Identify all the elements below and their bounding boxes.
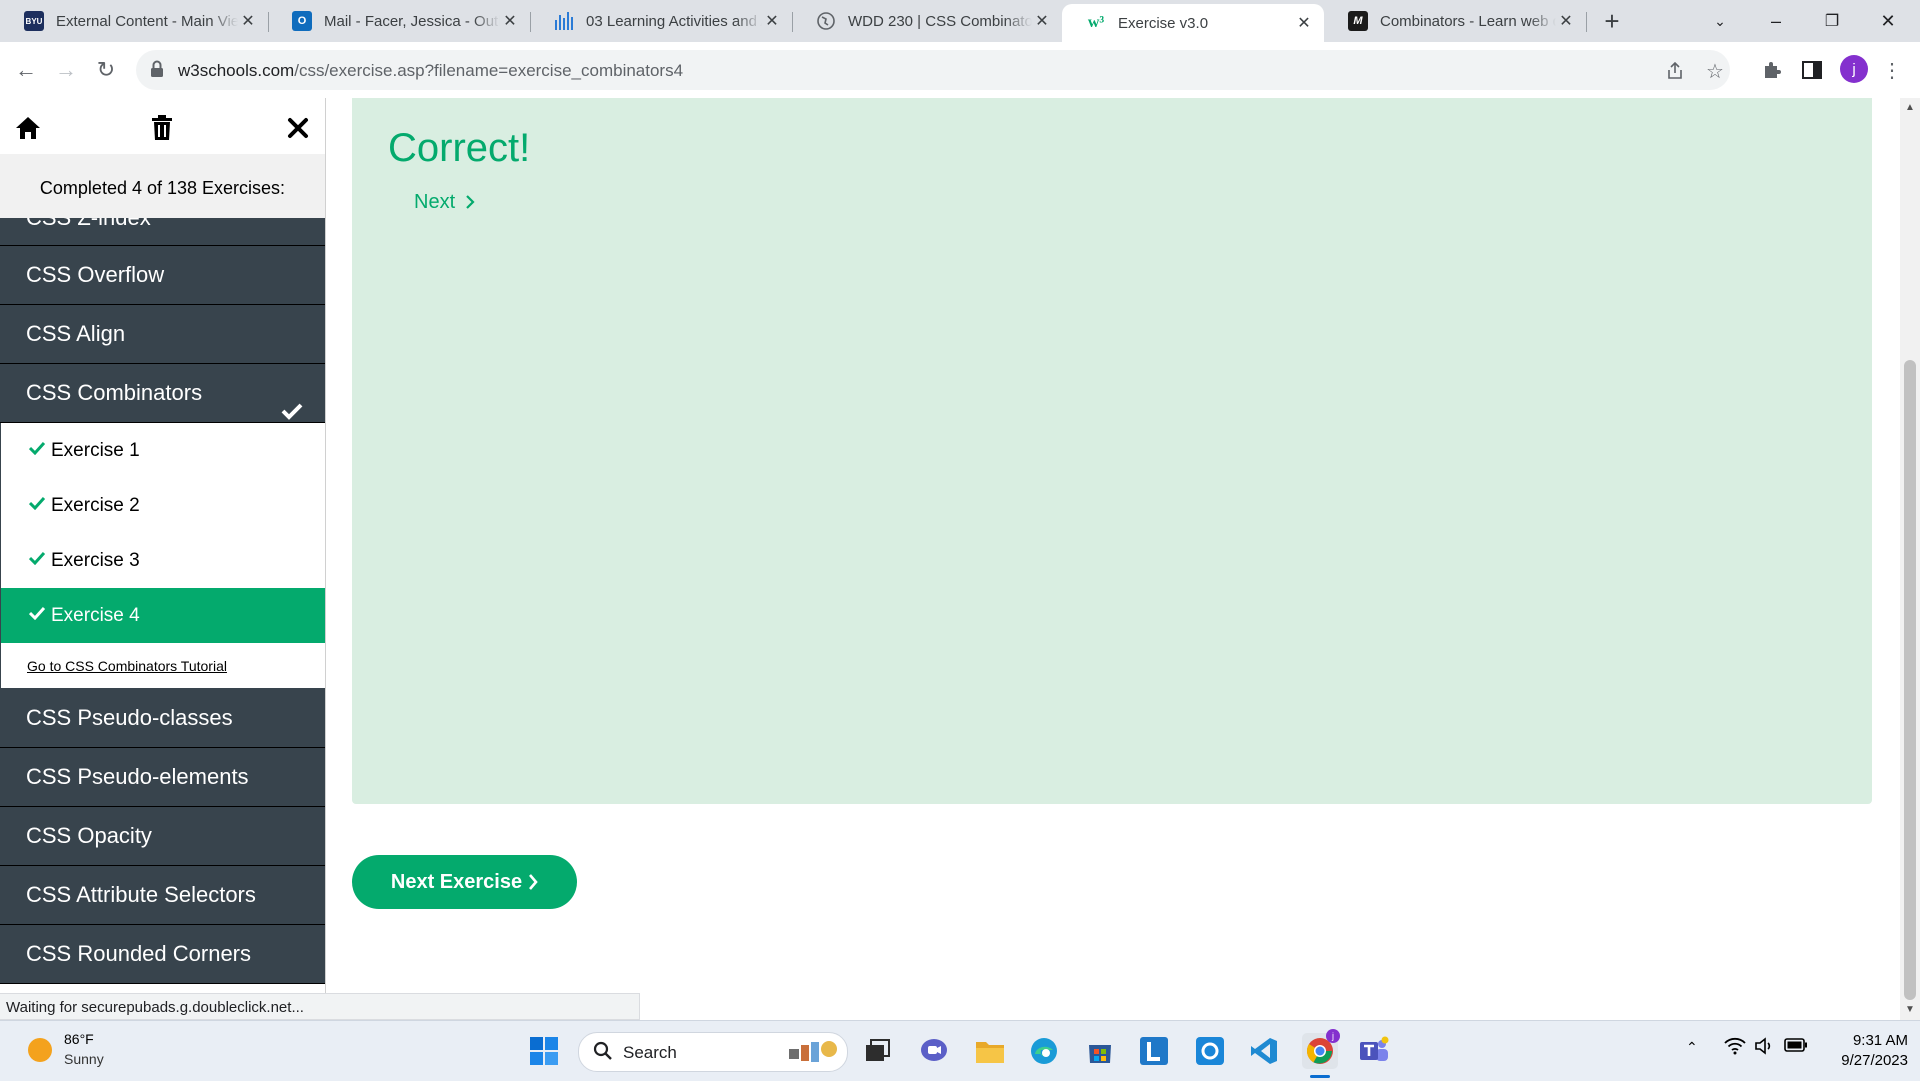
sidebar-item-css-align[interactable]: CSS Align [0,305,325,364]
sidebar-item-css-pseudo-elements[interactable]: CSS Pseudo-elements [0,748,325,807]
bookmark-star-icon[interactable]: ☆ [1704,60,1726,83]
scroll-up-arrow-icon[interactable]: ▲ [1904,102,1916,113]
volume-icon[interactable] [1754,1037,1774,1059]
checkmark-icon [28,587,46,642]
exercise-progress-text: Completed 4 of 138 Exercises: [0,154,325,218]
exercise-link-1[interactable]: Exercise 1 [0,423,325,478]
windows-taskbar: 86°F Sunny Search j ⌃ 9:31 AM 9/27/2023 [0,1020,1920,1081]
side-panel-icon[interactable] [1798,56,1826,84]
sidebar-item-css-rounded-corners[interactable]: CSS Rounded Corners [0,925,325,984]
exercise-sidebar: Completed 4 of 138 Exercises: CSS Z-inde… [0,98,326,993]
checkmark-icon [28,477,46,532]
next-link[interactable]: Next [414,191,475,214]
close-icon[interactable]: ✕ [762,11,782,31]
outlook-icon: O [292,11,312,31]
windows-start-icon[interactable] [526,1033,562,1069]
sidebar-item-css-opacity[interactable]: CSS Opacity [0,807,325,866]
browser-tab-external-content[interactable]: BYU External Content - Main View ✕ [0,4,268,38]
result-title: Correct! [388,126,531,170]
taskbar-search-box[interactable]: Search [578,1032,848,1072]
wifi-icon[interactable] [1724,1037,1746,1059]
close-icon[interactable]: ✕ [1556,11,1576,31]
sidebar-item-css-overflow[interactable]: CSS Overflow [0,246,325,305]
sidebar-item-css-pseudo-classes[interactable]: CSS Pseudo-classes [0,689,325,748]
browser-tab-wdd230[interactable]: WDD 230 | CSS Combinators ✕ [792,4,1062,38]
kebab-menu-icon[interactable]: ⋮ [1878,56,1906,84]
chart-icon [554,11,574,31]
battery-icon[interactable] [1784,1038,1808,1056]
url-text: w3schools.com/css/exercise.asp?filename=… [178,61,684,80]
extensions-puzzle-icon[interactable] [1758,56,1786,84]
weather-condition[interactable]: Sunny [64,1051,104,1067]
chrome-profile-badge: j [1326,1029,1340,1043]
exercise-category-list: CSS Z-index CSS Overflow CSS Align CSS C… [0,218,325,984]
close-icon[interactable]: ✕ [1032,11,1052,31]
search-highlight-icon [787,1039,841,1070]
scrollbar-thumb[interactable] [1904,360,1916,1000]
tutorial-link[interactable]: Go to CSS Combinators Tutorial [0,643,325,689]
reload-icon[interactable]: ↻ [90,54,122,86]
cortana-icon[interactable] [1192,1033,1228,1069]
sidebar-item-css-z-index[interactable]: CSS Z-index [0,218,325,246]
correct-result-panel [352,98,1872,804]
home-icon[interactable] [12,112,44,144]
taskbar-clock[interactable]: 9:31 AM 9/27/2023 [1820,1031,1908,1071]
chat-icon[interactable] [916,1033,952,1069]
sidebar-item-css-attribute-selectors[interactable]: CSS Attribute Selectors [0,866,325,925]
checkmark-icon [28,422,46,477]
close-icon[interactable] [282,112,314,144]
close-icon[interactable]: ✕ [500,11,520,31]
browser-status-bar: Waiting for securepubads.g.doubleclick.n… [0,993,640,1020]
chevron-right-icon [522,871,538,894]
close-icon[interactable]: ✕ [1294,13,1314,33]
new-tab-button[interactable]: + [1598,8,1626,36]
chrome-icon[interactable]: j [1302,1029,1340,1069]
close-icon[interactable]: ✕ [238,11,258,31]
page-scrollbar[interactable]: ▲ ▼ [1900,98,1920,1020]
trash-icon[interactable] [146,112,178,144]
chevron-right-icon [461,191,475,213]
file-explorer-icon[interactable] [972,1033,1008,1069]
profile-avatar[interactable]: j [1840,55,1868,83]
minimize-button[interactable]: – [1748,0,1804,42]
browser-tab-exercise[interactable]: w³ Exercise v3.0 ✕ [1062,4,1324,42]
byu-icon: BYU [24,11,44,31]
sidebar-toolbar [0,98,325,154]
next-exercise-button[interactable]: Next Exercise [352,855,577,909]
search-icon [593,1041,613,1066]
exercise-link-4[interactable]: Exercise 4 [0,588,325,643]
mdn-icon: M [1348,11,1368,31]
show-hidden-icons-chevron-icon[interactable]: ⌃ [1686,1039,1698,1056]
sun-icon[interactable] [28,1038,52,1062]
task-view-icon[interactable] [860,1033,896,1069]
weather-temperature[interactable]: 86°F [64,1031,94,1047]
browser-tab-strip: BYU External Content - Main View ✕ O Mai… [0,0,1920,42]
checkmark-icon [28,532,46,587]
exercise-link-2[interactable]: Exercise 2 [0,478,325,533]
browser-tab-combinators-mdn[interactable]: M Combinators - Learn web development ✕ [1324,4,1586,38]
exercise-link-3[interactable]: Exercise 3 [0,533,325,588]
sidebar-item-css-combinators[interactable]: CSS Combinators [0,364,325,423]
close-window-button[interactable]: ✕ [1860,0,1916,42]
edge-browser-icon[interactable] [1026,1033,1062,1069]
browser-toolbar: ← → ↻ w3schools.com/css/exercise.asp?fil… [0,42,1920,99]
back-arrow-icon[interactable]: ← [10,54,42,86]
address-bar[interactable]: w3schools.com/css/exercise.asp?filename=… [136,50,1730,90]
lock-icon[interactable] [150,60,164,83]
microsoft-store-icon[interactable] [1082,1033,1118,1069]
tab-search-chevron-icon[interactable]: ⌄ [1692,0,1748,42]
browser-tab-mail[interactable]: O Mail - Facer, Jessica - Outlook ✕ [268,4,530,38]
vscode-icon[interactable] [1246,1033,1282,1069]
l-app-icon[interactable] [1136,1033,1172,1069]
globe-icon [816,11,836,31]
restore-button[interactable]: ❐ [1804,0,1860,42]
teams-icon[interactable] [1356,1033,1392,1069]
share-icon[interactable] [1664,60,1686,82]
browser-tab-learning-activities[interactable]: 03 Learning Activities and Assignments ✕ [530,4,792,38]
scroll-down-arrow-icon[interactable]: ▼ [1904,1004,1916,1015]
forward-arrow-icon[interactable]: → [50,54,82,86]
w3schools-icon: w³ [1087,14,1105,31]
